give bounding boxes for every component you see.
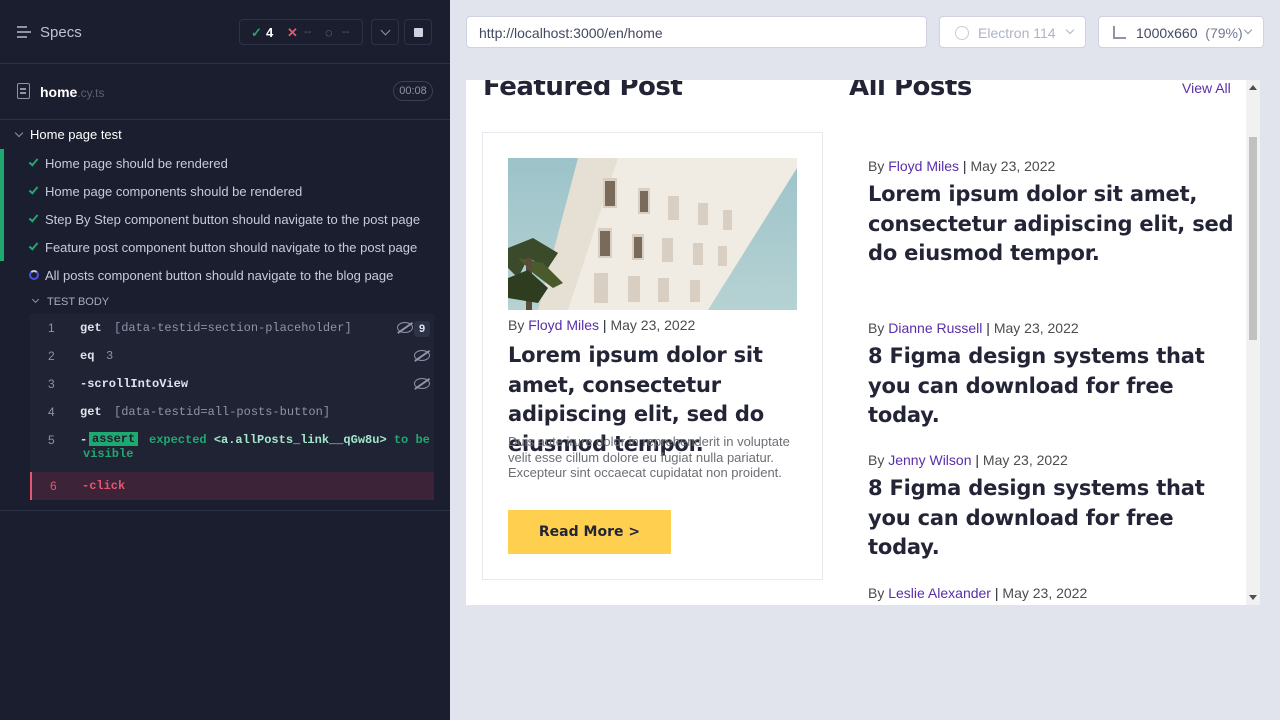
author-link[interactable]: Dianne Russell <box>888 320 982 336</box>
scrollbar-thumb[interactable] <box>1249 137 1257 340</box>
command-row-assert[interactable]: 5 - assert expected <a.allPosts_link__qG… <box>30 426 434 470</box>
command-row[interactable]: 2 eq 3 <box>30 342 434 370</box>
featured-excerpt: Duis aute irure dolor in reprehenderit i… <box>508 434 790 481</box>
chevron-down-icon <box>380 25 391 36</box>
test-item[interactable]: Step By Step component button should nav… <box>0 205 434 233</box>
test-item[interactable]: Home page should be rendered <box>0 149 434 177</box>
specs-list-icon[interactable] <box>17 26 31 38</box>
check-icon <box>28 156 39 167</box>
suite-title[interactable]: Home page test <box>14 127 122 142</box>
test-label: Home page components should be rendered <box>45 184 303 199</box>
author-link[interactable]: Floyd Miles <box>888 158 959 174</box>
runner-panel: Specs ✓ 4 ✕ -- ◌ -- home.cy.ts 00:08 Hom… <box>0 0 450 720</box>
featured-byline: By Floyd Miles | May 23, 2022 <box>508 317 696 333</box>
test-item-running[interactable]: All posts component button should naviga… <box>0 261 434 289</box>
read-more-button[interactable]: Read More > <box>508 510 671 554</box>
spec-file-name: home.cy.ts <box>40 84 105 100</box>
author-link[interactable]: Jenny Wilson <box>888 452 971 468</box>
passed-indicator <box>0 177 4 205</box>
all-posts-heading: All Posts <box>849 80 972 102</box>
post-title[interactable]: 8 Figma design systems that you can down… <box>868 474 1228 563</box>
command-row[interactable]: 4 get [data-testid=all-posts-button] <box>30 398 434 426</box>
passed-indicator <box>0 149 4 177</box>
post-byline: By Dianne Russell | May 23, 2022 <box>868 320 1079 336</box>
failed-count: -- <box>304 26 312 38</box>
passed-icon: ✓ <box>251 25 262 40</box>
stop-button[interactable] <box>404 19 432 45</box>
test-body-header[interactable]: TEST BODY <box>31 295 109 308</box>
post-title[interactable]: 8 Figma design systems that you can down… <box>868 342 1228 431</box>
check-icon <box>28 240 39 251</box>
element-count-badge: 9 <box>414 321 430 337</box>
view-all-link[interactable]: View All <box>1182 80 1231 96</box>
chevron-down-icon <box>14 128 24 138</box>
auto-scroll-button[interactable] <box>371 19 399 45</box>
specs-header: Specs ✓ 4 ✕ -- ◌ -- <box>0 0 450 64</box>
command-row[interactable]: 3 -scrollIntoView <box>30 370 434 398</box>
assert-badge: assert <box>89 432 139 446</box>
specs-title[interactable]: Specs <box>40 24 82 41</box>
test-label: All posts component button should naviga… <box>45 268 394 283</box>
spec-file-row[interactable]: home.cy.ts 00:08 <box>0 65 450 120</box>
divider <box>0 510 450 511</box>
pending-count: -- <box>342 26 350 38</box>
eye-slash-icon <box>414 378 430 389</box>
test-item[interactable]: Feature post component button should nav… <box>0 233 434 261</box>
failed-icon: ✕ <box>287 25 298 40</box>
post-title[interactable]: Lorem ipsum dolor sit amet, consectetur … <box>868 180 1238 269</box>
assert-message: expected <a.allPosts_link__qGw8u> to be <box>149 433 430 447</box>
pending-icon: ◌ <box>325 25 333 40</box>
scrollbar[interactable] <box>1246 80 1260 605</box>
viewport-selector[interactable]: 1000x660 (79%) <box>1098 16 1264 48</box>
test-label: Step By Step component button should nav… <box>45 212 421 227</box>
check-icon <box>28 212 39 223</box>
post-byline: By Jenny Wilson | May 23, 2022 <box>868 452 1068 468</box>
scroll-down-icon[interactable] <box>1249 595 1257 600</box>
featured-card: By Floyd Miles | May 23, 2022 Lorem ipsu… <box>482 132 823 580</box>
app-viewport: Featured Post All Posts View All By Floy… <box>466 80 1260 605</box>
command-row-failed[interactable]: 6 -click <box>30 472 434 500</box>
test-label: Home page should be rendered <box>45 156 228 171</box>
passed-count: 4 <box>266 25 274 40</box>
electron-icon <box>955 26 969 40</box>
preview-panel: http://localhost:3000/en/home Electron 1… <box>450 0 1280 720</box>
author-link[interactable]: Leslie Alexander <box>888 585 991 601</box>
test-label: Feature post component button should nav… <box>45 240 418 255</box>
eye-slash-icon <box>414 350 430 361</box>
post-byline: By Floyd Miles | May 23, 2022 <box>868 158 1056 174</box>
test-item[interactable]: Home page components should be rendered <box>0 177 434 205</box>
test-stats: ✓ 4 ✕ -- ◌ -- <box>239 19 363 45</box>
spec-duration: 00:08 <box>393 81 433 101</box>
document-icon <box>17 83 30 99</box>
featured-heading: Featured Post <box>483 80 683 102</box>
eye-slash-icon <box>397 322 413 333</box>
command-log: 1 get [data-testid=section-placeholder] … <box>30 314 434 500</box>
ruler-icon <box>1113 26 1126 39</box>
spinner-icon <box>29 270 39 280</box>
url-bar[interactable]: http://localhost:3000/en/home <box>466 16 927 48</box>
browser-selector[interactable]: Electron 114 <box>939 16 1086 48</box>
post-byline: By Leslie Alexander | May 23, 2022 <box>868 585 1088 601</box>
check-icon <box>28 184 39 195</box>
passed-indicator <box>0 233 4 261</box>
chevron-down-icon <box>1243 25 1253 35</box>
chevron-down-icon <box>1065 25 1075 35</box>
passed-indicator <box>0 205 4 233</box>
featured-image <box>508 158 797 310</box>
command-row[interactable]: 1 get [data-testid=section-placeholder] … <box>30 314 434 342</box>
stop-icon <box>414 28 423 37</box>
author-link[interactable]: Floyd Miles <box>528 317 599 333</box>
scroll-up-icon[interactable] <box>1249 85 1257 90</box>
chevron-down-icon <box>31 295 40 304</box>
